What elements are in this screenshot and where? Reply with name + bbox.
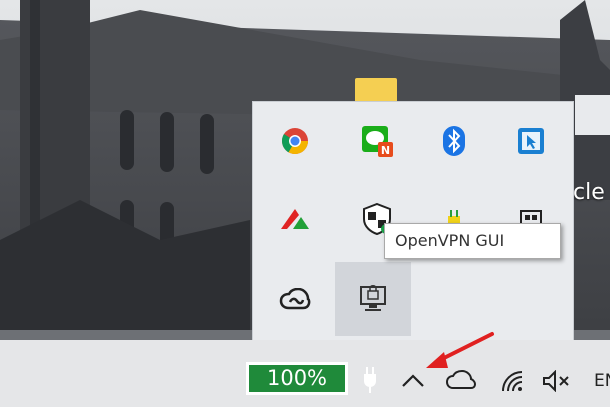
power-plug-icon[interactable] bbox=[360, 365, 380, 395]
chat-notification-icon[interactable]: N bbox=[339, 104, 415, 178]
taskbar: 100% EN bbox=[0, 340, 610, 407]
wifi-signal-icon[interactable] bbox=[498, 367, 526, 395]
battery-percentage-indicator[interactable]: 100% bbox=[246, 362, 348, 395]
chrome-icon[interactable] bbox=[257, 104, 333, 178]
creative-cloud-icon[interactable] bbox=[257, 262, 333, 336]
openvpn-icon[interactable] bbox=[335, 262, 411, 336]
desktop-icon-label: cle bbox=[573, 180, 605, 205]
red-green-logo-icon[interactable] bbox=[257, 182, 333, 256]
bluetooth-icon[interactable] bbox=[416, 104, 492, 178]
speaker-muted-icon[interactable] bbox=[540, 367, 574, 395]
openvpn-tooltip: OpenVPN GUI bbox=[384, 223, 561, 259]
input-language-indicator[interactable]: EN bbox=[594, 371, 610, 391]
remote-app-icon[interactable] bbox=[493, 104, 569, 178]
annotation-arrow bbox=[418, 326, 498, 380]
notification-overflow-flyout: N bbox=[252, 101, 574, 341]
svg-text:N: N bbox=[381, 144, 390, 157]
